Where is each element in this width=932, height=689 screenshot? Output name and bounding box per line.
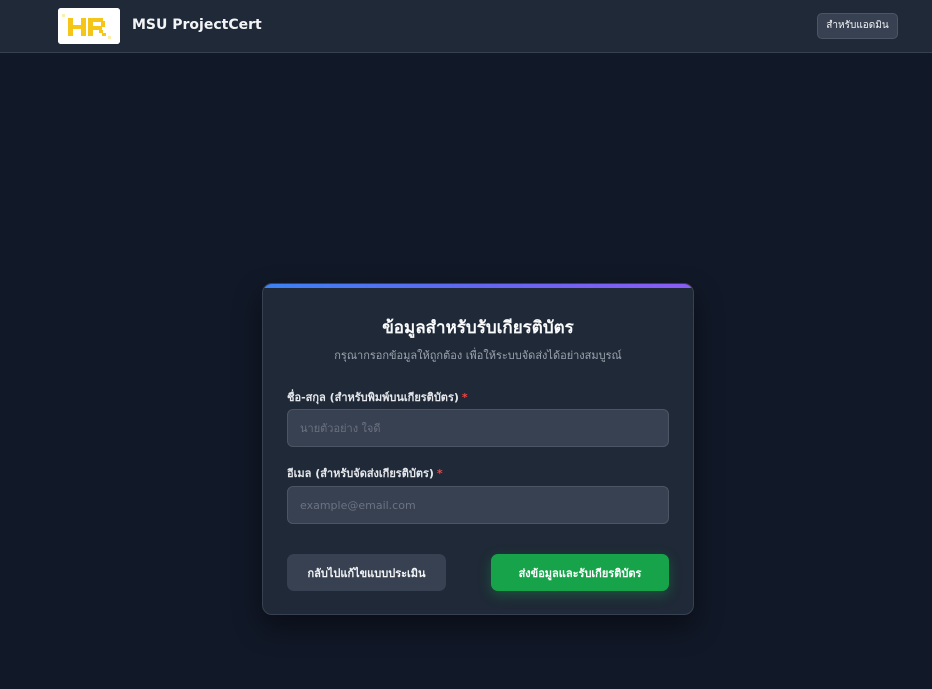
back-to-edit-button[interactable]: กลับไปแก้ไขแบบประเมิน — [287, 554, 446, 591]
required-mark: * — [461, 391, 468, 404]
certificate-form-card: ข้อมูลสำหรับรับเกียรติบัตร กรุณากรอกข้อม… — [262, 283, 694, 615]
top-navbar: MSU ProjectCert สำหรับแอดมิน — [0, 0, 932, 53]
email-field-label: อีเมล (สำหรับจัดส่งเกียรติบัตร) * — [287, 464, 443, 482]
submit-certificate-button[interactable]: ส่งข้อมูลและรับเกียรติบัตร — [491, 554, 669, 591]
email-input[interactable] — [287, 486, 669, 524]
required-mark: * — [436, 467, 443, 480]
form-subtitle: กรุณากรอกข้อมูลให้ถูกต้อง เพื่อให้ระบบจั… — [334, 349, 622, 362]
hr-logo-icon — [58, 8, 120, 44]
name-field-label: ชื่อ-สกุล (สำหรับพิมพ์บนเกียรติบัตร) * — [287, 388, 468, 406]
email-label-text: อีเมล (สำหรับจัดส่งเกียรติบัตร) — [287, 467, 434, 480]
hr-logo[interactable] — [58, 8, 120, 44]
admin-button[interactable]: สำหรับแอดมิน — [817, 13, 898, 39]
card-accent-bar — [263, 284, 693, 288]
brand-title: MSU ProjectCert — [132, 17, 262, 33]
form-title: ข้อมูลสำหรับรับเกียรติบัตร — [382, 318, 574, 338]
name-label-text: ชื่อ-สกุล (สำหรับพิมพ์บนเกียรติบัตร) — [287, 391, 459, 404]
name-input[interactable] — [287, 409, 669, 447]
